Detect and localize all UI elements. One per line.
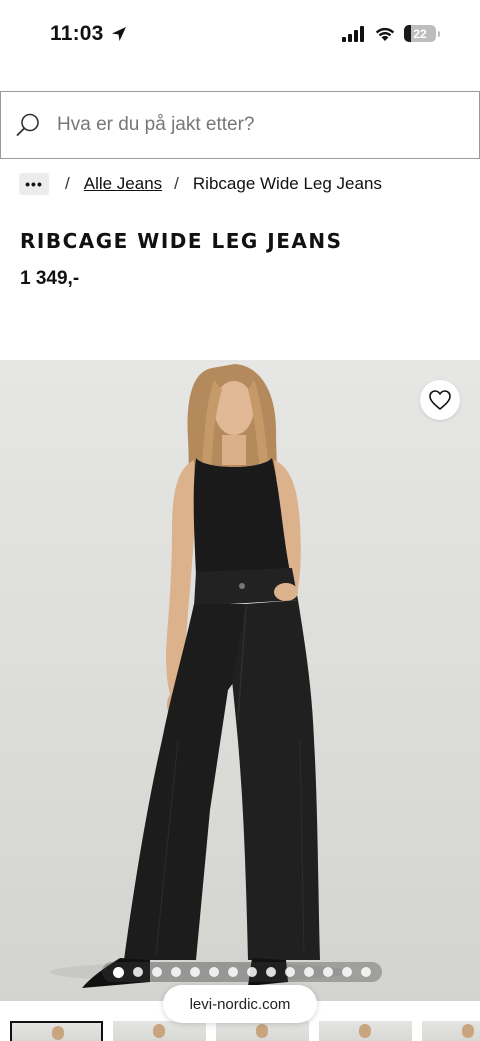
thumbnail[interactable] bbox=[422, 1021, 480, 1041]
clock: 11:03 bbox=[50, 22, 104, 45]
wifi-icon bbox=[375, 27, 395, 41]
breadcrumb-separator: / bbox=[174, 174, 179, 193]
wishlist-button[interactable] bbox=[420, 380, 460, 420]
thumbnail-figure bbox=[359, 1024, 371, 1038]
product-photo bbox=[50, 364, 350, 988]
gallery-dot[interactable] bbox=[361, 967, 372, 977]
gallery-dot[interactable] bbox=[112, 966, 124, 978]
gallery-dot[interactable] bbox=[151, 967, 162, 977]
search-input[interactable] bbox=[57, 114, 437, 136]
breadcrumb-current: Ribcage Wide Leg Jeans bbox=[192, 174, 382, 193]
thumbnail-figure bbox=[256, 1024, 268, 1038]
battery-level: 22 bbox=[413, 26, 427, 41]
status-time: 11:03 bbox=[50, 22, 128, 46]
location-arrow-icon bbox=[111, 27, 126, 41]
gallery-dot[interactable] bbox=[189, 967, 200, 977]
gallery-dot[interactable] bbox=[342, 967, 353, 977]
breadcrumb-link-all-jeans[interactable]: Alle Jeans bbox=[84, 174, 162, 194]
gallery-dot[interactable] bbox=[285, 967, 296, 977]
thumbnail[interactable] bbox=[10, 1021, 103, 1041]
gallery-dot[interactable] bbox=[170, 967, 181, 977]
thumbnail-figure bbox=[52, 1026, 64, 1040]
gallery-dot[interactable] bbox=[266, 967, 277, 977]
breadcrumb-separator: / bbox=[65, 174, 70, 193]
status-bar: 11:03 22 bbox=[0, 0, 480, 72]
gallery-dot[interactable] bbox=[227, 967, 238, 977]
gallery-dot[interactable] bbox=[132, 967, 143, 977]
cellular-signal-icon bbox=[342, 25, 364, 42]
gallery-dot[interactable] bbox=[304, 967, 315, 977]
battery-tip bbox=[438, 30, 440, 37]
breadcrumb: ••• / Alle Jeans / Ribcage Wide Leg Jean… bbox=[19, 172, 382, 196]
thumbnail-strip bbox=[0, 1021, 480, 1041]
product-title: RIBCAGE WIDE LEG JEANS bbox=[20, 229, 343, 253]
search-bar[interactable] bbox=[0, 91, 480, 159]
thumbnail[interactable] bbox=[216, 1021, 309, 1041]
gallery-dot[interactable] bbox=[246, 967, 257, 977]
heart-icon bbox=[429, 390, 451, 410]
thumbnail-figure bbox=[462, 1024, 474, 1038]
thumbnail-figure bbox=[153, 1024, 165, 1038]
product-image-gallery[interactable] bbox=[0, 360, 480, 1001]
thumbnail[interactable] bbox=[113, 1021, 206, 1041]
thumbnail[interactable] bbox=[319, 1021, 412, 1041]
battery-icon: 22 bbox=[404, 25, 436, 42]
gallery-dot[interactable] bbox=[323, 967, 334, 977]
product-price: 1 349,- bbox=[20, 268, 80, 289]
gallery-dot[interactable] bbox=[208, 967, 219, 977]
breadcrumb-more-button[interactable]: ••• bbox=[19, 173, 49, 195]
status-indicators: 22 bbox=[342, 25, 440, 42]
battery-fill bbox=[404, 25, 412, 42]
search-icon[interactable] bbox=[15, 112, 41, 138]
gallery-pagination[interactable] bbox=[102, 962, 382, 982]
browser-url-bar[interactable]: levi-nordic.com bbox=[163, 985, 317, 1023]
